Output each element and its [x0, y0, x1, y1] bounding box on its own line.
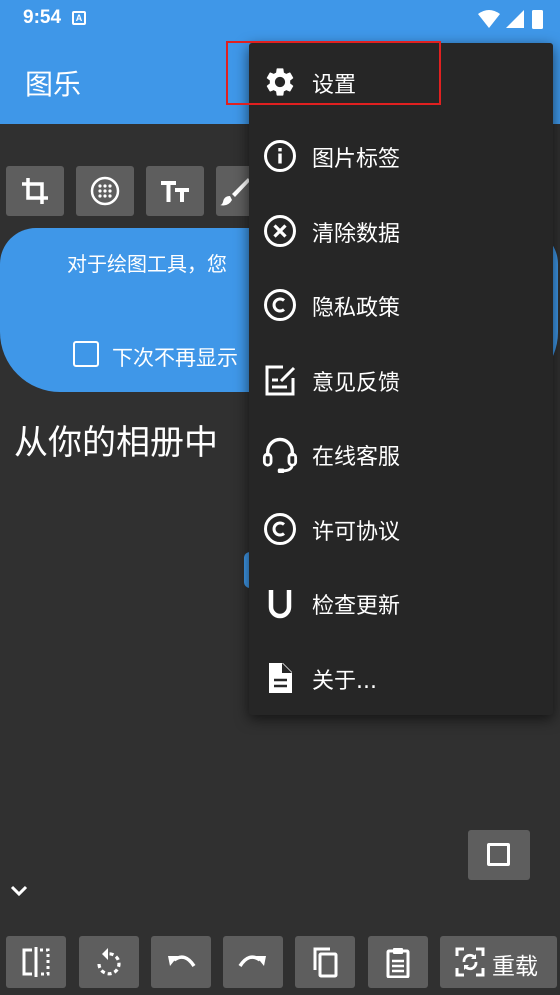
headset-icon [262, 437, 298, 473]
signal-icon [506, 10, 524, 28]
undo-button[interactable] [151, 936, 211, 988]
undo-icon [168, 955, 196, 967]
copyright-icon [264, 513, 296, 545]
mosaic-button[interactable] [76, 166, 134, 216]
redo-button[interactable] [223, 936, 283, 988]
overflow-menu: 设置 图片标签 清除数据 隐私政策 意见反馈 在线客服 许可协议 检查更新 关于… [249, 43, 553, 715]
menu-label-feedback: 意见反馈 [312, 371, 401, 396]
reload-button[interactable]: 重载 [440, 936, 557, 988]
update-u-icon [268, 590, 292, 619]
rotate-icon [97, 948, 121, 976]
flip-button[interactable] [6, 936, 66, 988]
menu-item-check-update[interactable]: 检查更新 [249, 564, 553, 638]
gallery-prompt: 从你的相册中 [14, 423, 218, 463]
feedback-edit-icon [265, 365, 296, 396]
gear-icon [266, 68, 294, 96]
copy-button[interactable] [295, 936, 355, 988]
redo-icon [238, 955, 266, 967]
copy-icon [313, 947, 338, 978]
text-button[interactable] [146, 166, 204, 216]
status-icons [478, 10, 543, 29]
menu-label-about: 关于... [312, 669, 377, 694]
menu-label-settings: 设置 [312, 73, 357, 98]
crop-ratio-button[interactable] [468, 830, 530, 880]
document-icon [269, 663, 292, 693]
menu-label-clear-data: 清除数据 [312, 222, 401, 247]
menu-label-online-service: 在线客服 [312, 445, 401, 470]
clear-circle-icon [264, 215, 296, 247]
wifi-icon [478, 10, 500, 28]
square-icon [487, 843, 510, 866]
menu-item-privacy-policy[interactable]: 隐私政策 [249, 266, 553, 340]
dont-show-checkbox[interactable] [73, 341, 99, 367]
crop-icon [22, 178, 48, 204]
rotate-button[interactable] [79, 936, 139, 988]
clipboard-icon [386, 948, 410, 978]
app-title: 图乐 [25, 68, 82, 101]
battery-icon [532, 10, 543, 29]
dont-show-label: 下次不再显示 [112, 346, 238, 370]
crop-button[interactable] [6, 166, 64, 216]
paste-button[interactable] [368, 936, 428, 988]
tip-text: 对于绘图工具，您 [67, 252, 227, 276]
chevron-down-icon[interactable] [8, 880, 30, 902]
notification-icon: A [72, 11, 86, 25]
flip-icon [22, 947, 50, 977]
menu-item-image-tags[interactable]: 图片标签 [249, 117, 553, 191]
menu-label-check-update: 检查更新 [312, 594, 401, 619]
menu-label-privacy-policy: 隐私政策 [312, 296, 401, 321]
reload-focus-icon [455, 947, 485, 977]
menu-item-clear-data[interactable]: 清除数据 [249, 192, 553, 266]
text-size-icon [161, 181, 189, 202]
menu-item-license[interactable]: 许可协议 [249, 490, 553, 564]
menu-item-feedback[interactable]: 意见反馈 [249, 341, 553, 415]
mosaic-icon [90, 176, 120, 206]
status-time: 9:54 [23, 7, 62, 28]
brush-icon [220, 178, 250, 206]
menu-item-settings[interactable]: 设置 [249, 43, 553, 117]
menu-item-about[interactable]: 关于... [249, 639, 553, 713]
menu-label-license: 许可协议 [312, 520, 401, 545]
copyright-icon [264, 289, 296, 321]
menu-label-image-tags: 图片标签 [312, 147, 401, 172]
menu-item-online-service[interactable]: 在线客服 [249, 415, 553, 489]
status-bar: 9:54 A [0, 0, 560, 37]
info-icon [264, 140, 296, 172]
reload-label: 重载 [492, 954, 538, 980]
